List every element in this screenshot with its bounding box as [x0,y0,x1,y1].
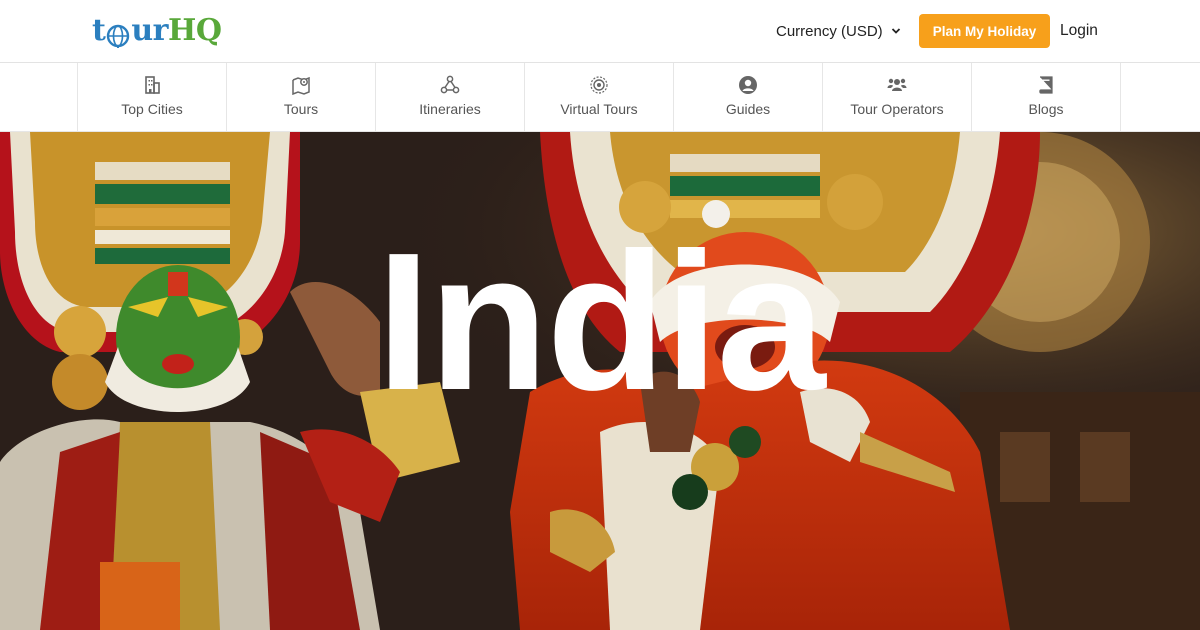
target-icon [588,74,610,96]
login-link[interactable]: Login [1060,21,1098,41]
chevron-down-icon [891,23,901,40]
nav-item-blogs[interactable]: Blogs [972,63,1121,132]
currency-label: Currency (USD) [776,22,883,40]
hero-title: India [376,212,825,431]
logo-letter-t: t [92,12,106,48]
map-pin-icon [290,74,312,96]
nav-label: Itineraries [419,101,481,117]
nav-item-top-cities[interactable]: Top Cities [78,63,227,132]
nav-label: Guides [725,101,771,117]
book-icon [1035,74,1057,96]
nav-label: Tour Operators [850,101,944,117]
user-circle-icon [737,74,759,96]
nav-label: Virtual Tours [560,101,638,117]
plan-my-holiday-button[interactable]: Plan My Holiday [919,14,1050,48]
nav-item-tour-operators[interactable]: Tour Operators [823,63,972,132]
currency-selector[interactable]: Currency (USD) [776,21,901,41]
nav-item-tours[interactable]: Tours [227,63,376,132]
nav-label: Top Cities [121,101,183,117]
building-icon [141,74,163,96]
category-nav: Top Cities Tours Itineraries Virtual Tou… [0,63,1200,132]
site-header: t ur HQ Currency (USD) Plan My Holiday L… [0,0,1200,63]
users-icon [886,74,908,96]
logo-letters-hq: HQ [167,12,222,48]
nav-label: Blogs [1028,101,1064,117]
globe-icon [106,21,130,50]
nav-label: Tours [283,101,319,117]
nav-item-guides[interactable]: Guides [674,63,823,132]
nav-item-itineraries[interactable]: Itineraries [376,63,525,132]
logo-letters-ur: ur [131,12,168,48]
nav-item-virtual-tours[interactable]: Virtual Tours [525,63,674,132]
sitemap-icon [439,74,461,96]
tourhq-logo[interactable]: t ur HQ [92,11,222,50]
hero-banner: India [0,132,1200,630]
